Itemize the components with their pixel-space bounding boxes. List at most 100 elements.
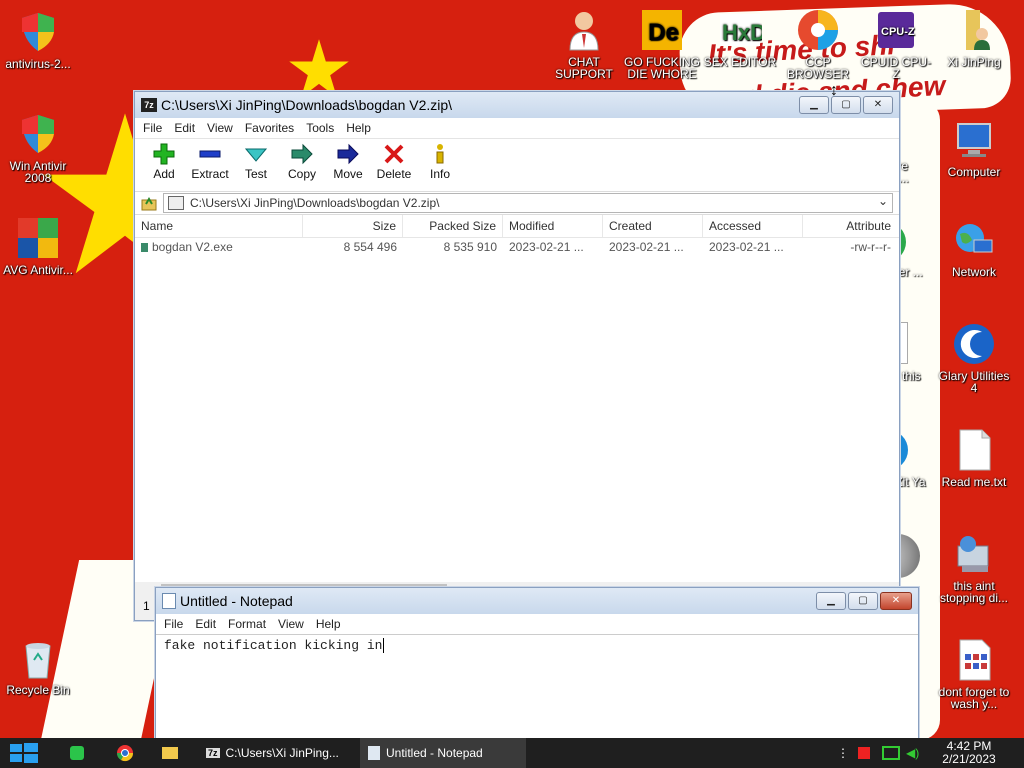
desktop-icon-recycle-bin[interactable]: Recycle Bin	[0, 636, 76, 696]
taskbar-task-notepad[interactable]: Untitled - Notepad	[360, 738, 526, 768]
notepad-icon	[368, 746, 380, 760]
status-count: 1	[143, 599, 150, 613]
close-button[interactable]: ✕	[863, 96, 893, 114]
taskbar: 7z C:\Users\Xi JinPing... Untitled - Not…	[0, 738, 1024, 768]
minimize-button[interactable]: ▁	[799, 96, 829, 114]
table-row[interactable]: bogdan V2.exe 8 554 496 8 535 910 2023-0…	[135, 238, 899, 256]
desktop-icon-sex-editor[interactable]: HxD SEX EDITOR	[702, 8, 778, 68]
desktop-icon-chat-support[interactable]: CHAT SUPPORT	[546, 8, 622, 80]
menu-help[interactable]: Help	[346, 121, 371, 135]
svg-text:CPU-Z: CPU-Z	[881, 26, 915, 38]
menu-tools[interactable]: Tools	[306, 121, 334, 135]
clock[interactable]: 4:42 PM 2/21/2023	[934, 738, 1004, 768]
menu-file[interactable]: File	[143, 121, 162, 135]
desktop-icon-computer[interactable]: Computer	[936, 118, 1012, 178]
desktop-icon-avg[interactable]: AVG Antivir...	[0, 216, 76, 276]
browser-logo-icon	[796, 8, 840, 52]
col-packed[interactable]: Packed Size	[403, 215, 503, 237]
desktop-icon-label: Glary Utilities 4	[938, 369, 1010, 395]
notepad-text-area[interactable]: fake notification kicking in	[156, 634, 918, 751]
copy-arrow-icon	[279, 143, 325, 165]
cell-modified: 2023-02-21 ...	[509, 240, 584, 254]
col-attribute[interactable]: Attribute	[803, 215, 897, 237]
menu-favorites[interactable]: Favorites	[245, 121, 294, 135]
menu-edit[interactable]: Edit	[174, 121, 195, 135]
delete-label: Delete	[376, 167, 412, 181]
notepad-icon	[162, 593, 176, 609]
menu-view[interactable]: View	[278, 617, 304, 631]
taskbar-chrome[interactable]	[116, 738, 140, 768]
extract-button[interactable]: Extract	[187, 143, 233, 181]
taskbar-task-zip[interactable]: 7z C:\Users\Xi JinPing...	[198, 738, 364, 768]
close-button[interactable]: ✕	[880, 592, 912, 610]
text-file-icon	[952, 428, 996, 472]
col-accessed[interactable]: Accessed	[703, 215, 803, 237]
desktop-icon-readme[interactable]: Read me.txt	[936, 428, 1012, 488]
desktop-icon-network[interactable]: Network	[936, 218, 1012, 278]
delete-button[interactable]: Delete	[371, 143, 417, 181]
resize-cursor-icon: ↕	[830, 82, 838, 99]
user-folder-icon	[952, 8, 996, 52]
menu-format[interactable]: Format	[228, 617, 266, 631]
move-arrow-icon	[325, 143, 371, 165]
info-button[interactable]: Info	[417, 143, 463, 181]
desktop-icon-win-antivirus[interactable]: Win Antivir 2008	[0, 112, 76, 184]
volume-icon[interactable]: ◀)	[906, 738, 926, 768]
desktop-icon-label: SEX EDITOR	[703, 55, 777, 69]
flag-icon[interactable]	[858, 738, 878, 768]
cell-size: 8 554 496	[343, 240, 397, 254]
notepad-titlebar[interactable]: Untitled - Notepad ▁ ▢ ✕	[156, 588, 918, 614]
desktop-icon-this-aint[interactable]: this aint stopping di...	[936, 532, 1012, 604]
col-modified[interactable]: Modified	[503, 215, 603, 237]
add-label: Add	[153, 167, 175, 181]
desktop-icon-label: Win Antivir 2008	[9, 159, 67, 185]
desktop-icon-glary[interactable]: Glary Utilities 4	[936, 322, 1012, 394]
folder-up-icon[interactable]	[141, 195, 157, 211]
move-button[interactable]: Move	[325, 143, 371, 181]
chevron-down-icon[interactable]: ⌄	[878, 194, 888, 208]
notepad-content: fake notification kicking in	[164, 638, 383, 653]
desktop-icon-label: GO FUCKING DIE WHORE	[624, 55, 701, 81]
desktop-icon-ccp-browser[interactable]: CCP BROWSER	[780, 8, 856, 80]
minus-icon	[187, 143, 233, 165]
test-button[interactable]: Test	[233, 143, 279, 181]
extract-label: Extract	[191, 167, 229, 181]
network-tray-icon[interactable]	[882, 738, 902, 768]
desktop-icon-cpuid[interactable]: CPU-Z CPUID CPU-Z	[858, 8, 934, 80]
exe-file-icon	[141, 242, 148, 252]
col-created[interactable]: Created	[603, 215, 703, 237]
desktop-icon-antivirus[interactable]: antivirus-2...	[0, 10, 76, 70]
start-button[interactable]	[8, 738, 46, 768]
desktop-icon-label: Recycle Bin	[6, 683, 70, 697]
maximize-button[interactable]: ▢	[848, 592, 878, 610]
taskbar-app-green[interactable]	[70, 738, 94, 768]
hxd-logo-icon: HxD	[718, 8, 766, 52]
desktop-icon-label: dont forget to wash y...	[938, 685, 1010, 711]
notepad-window[interactable]: Untitled - Notepad ▁ ▢ ✕ File Edit Forma…	[155, 587, 919, 751]
address-field[interactable]: C:\Users\Xi JinPing\Downloads\bogdan V2.…	[163, 193, 893, 213]
7zip-icon: 7z	[206, 748, 220, 758]
copy-button[interactable]: Copy	[279, 143, 325, 181]
col-size[interactable]: Size	[303, 215, 403, 237]
zip-titlebar[interactable]: 7z C:\Users\Xi JinPing\Downloads\bogdan …	[135, 92, 899, 118]
col-name[interactable]: Name	[135, 215, 303, 237]
taskbar-explorer[interactable]	[162, 738, 186, 768]
menu-view[interactable]: View	[207, 121, 233, 135]
file-list: bogdan V2.exe 8 554 496 8 535 910 2023-0…	[135, 238, 899, 582]
desktop-icon-xi-jinping[interactable]: Xi JinPing	[936, 8, 1012, 68]
overflow-dots-icon[interactable]: ⋮	[836, 738, 850, 768]
cell-accessed: 2023-02-21 ...	[709, 240, 784, 254]
desktop-icon-go-die[interactable]: De GO FUCKING DIE WHORE	[624, 8, 700, 80]
monitor-shape	[882, 746, 900, 760]
cell-name: bogdan V2.exe	[135, 240, 303, 254]
windows-logo-icon	[10, 743, 38, 763]
de-logo-icon: De	[640, 8, 684, 52]
menu-edit[interactable]: Edit	[195, 617, 216, 631]
zip-window[interactable]: 7z C:\Users\Xi JinPing\Downloads\bogdan …	[134, 91, 900, 621]
desktop-icon-dont-forget[interactable]: dont forget to wash y...	[936, 638, 1012, 710]
menu-help[interactable]: Help	[316, 617, 341, 631]
shield-icon	[16, 10, 60, 54]
minimize-button[interactable]: ▁	[816, 592, 846, 610]
menu-file[interactable]: File	[164, 617, 183, 631]
add-button[interactable]: Add	[141, 143, 187, 181]
